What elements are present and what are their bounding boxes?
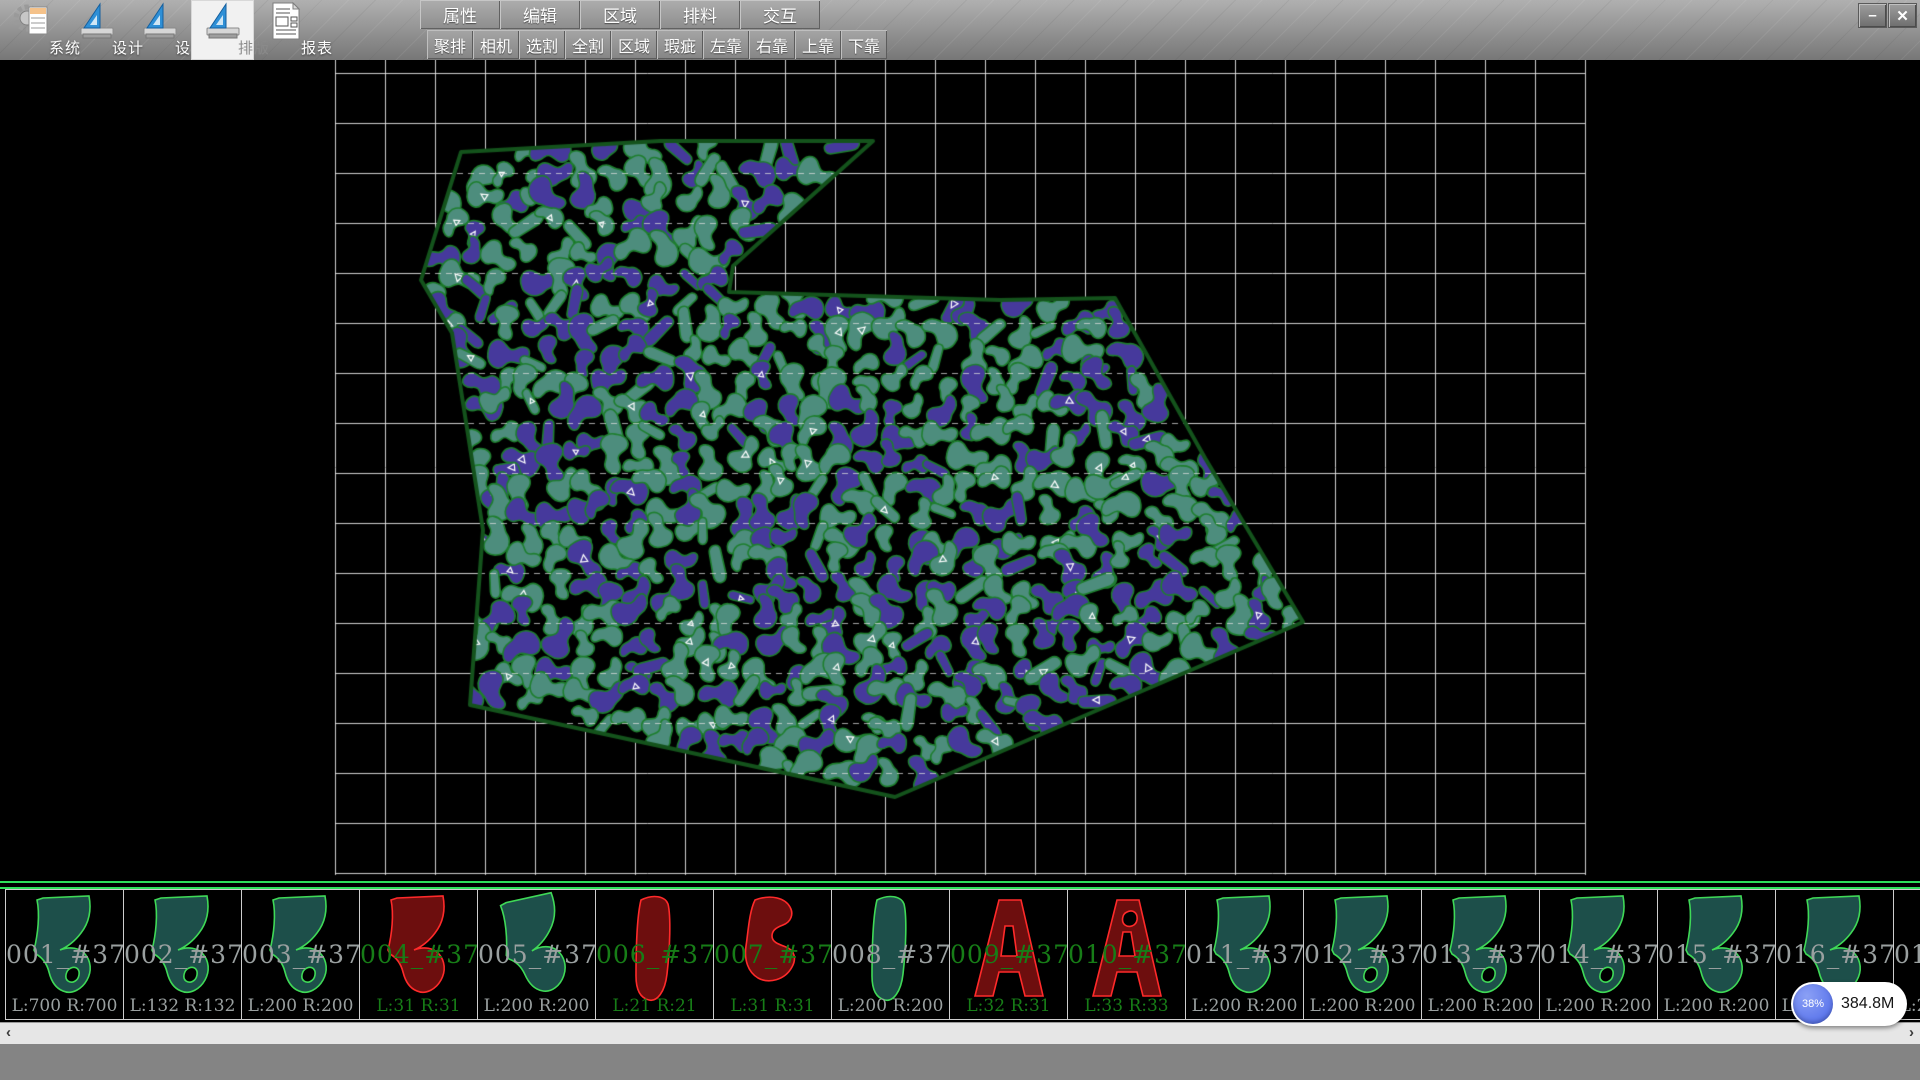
tool-button-7[interactable]: 左靠 bbox=[703, 30, 749, 59]
tool-button-10[interactable]: 下靠 bbox=[841, 30, 887, 59]
part-name-label: 016_#37 bbox=[1776, 940, 1893, 969]
menu-button-2[interactable]: 编辑 bbox=[500, 0, 580, 29]
horizontal-scrollbar[interactable]: ‹ › bbox=[0, 1022, 1920, 1044]
thumbnail-cell-8[interactable]: 008_#37 L:200 R:200 bbox=[831, 889, 950, 1020]
part-name-label: 009_#37 bbox=[950, 940, 1067, 969]
part-name-label: 010_#37 bbox=[1068, 940, 1185, 969]
thumbnail-cell-6[interactable]: 006_#37 L:21 R:21 bbox=[595, 889, 714, 1020]
part-count-label: L:200 R:200 bbox=[832, 996, 949, 1016]
tool-button-2[interactable]: 相机 bbox=[473, 30, 519, 59]
part-count-label: L:33 R:33 bbox=[1068, 996, 1185, 1016]
thumbnail-cell-9[interactable]: 009_#37 L:32 R:31 bbox=[949, 889, 1068, 1020]
thumbnail-cell-1[interactable]: 001_#37 L:700 R:700 bbox=[5, 889, 124, 1020]
part-name-label: 017_#37 bbox=[1894, 940, 1920, 969]
launcher-5[interactable]: 报表 bbox=[254, 0, 317, 60]
part-name-label: 005_#37 bbox=[478, 940, 595, 969]
window-bottom-frame bbox=[0, 1044, 1920, 1080]
part-name-label: 011_#37 bbox=[1186, 940, 1303, 969]
set-square-icon bbox=[139, 1, 181, 41]
title-bar: 系统设计设置排版报表 属性编辑区域排料交互 聚排相机选割全割区域瑕疵左靠右靠上靠… bbox=[0, 0, 1920, 60]
memory-usage-label: 384.8M bbox=[1841, 995, 1894, 1013]
tool-button-9[interactable]: 上靠 bbox=[795, 30, 841, 59]
thumbnail-cell-2[interactable]: 002_#37 L:132 R:132 bbox=[123, 889, 242, 1020]
tool-bar: 聚排相机选割全割区域瑕疵左靠右靠上靠下靠 bbox=[427, 30, 887, 59]
part-count-label: L:32 R:31 bbox=[950, 996, 1067, 1016]
progress-circle: 38% bbox=[1793, 984, 1833, 1024]
part-count-label: L:200 R:200 bbox=[1658, 996, 1775, 1016]
menu-button-1[interactable]: 属性 bbox=[420, 0, 500, 29]
thumbnail-cell-7[interactable]: 007_#37 L:31 R:31 bbox=[713, 889, 832, 1020]
thumbnail-cell-12[interactable]: 012_#37 L:200 R:200 bbox=[1303, 889, 1422, 1020]
thumbnail-cell-13[interactable]: 013_#37 L:200 R:200 bbox=[1421, 889, 1540, 1020]
launcher-tabs: 系统设计设置排版报表 bbox=[2, 0, 317, 60]
menu-bar: 属性编辑区域排料交互 bbox=[420, 0, 820, 29]
thumbnail-cell-11[interactable]: 011_#37 L:200 R:200 bbox=[1185, 889, 1304, 1020]
tool-button-1[interactable]: 聚排 bbox=[427, 30, 473, 59]
part-count-label: L:200 R:200 bbox=[478, 996, 595, 1016]
tool-button-6[interactable]: 瑕疵 bbox=[657, 30, 703, 59]
launcher-4[interactable]: 排版 bbox=[191, 0, 254, 60]
part-count-label: L:200 R:200 bbox=[242, 996, 359, 1016]
window-controls: – ✕ bbox=[1859, 4, 1916, 27]
part-name-label: 013_#37 bbox=[1422, 940, 1539, 969]
part-name-label: 012_#37 bbox=[1304, 940, 1421, 969]
scroll-right-icon[interactable]: › bbox=[1909, 1024, 1914, 1041]
thumbnail-cell-4[interactable]: 004_#37 L:31 R:31 bbox=[359, 889, 478, 1020]
part-name-label: 006_#37 bbox=[596, 940, 713, 969]
thumbnail-cell-10[interactable]: 010_#37 L:33 R:33 bbox=[1067, 889, 1186, 1020]
part-count-label: L:200 R:200 bbox=[1304, 996, 1421, 1016]
part-name-label: 015_#37 bbox=[1658, 940, 1775, 969]
scroll-left-icon[interactable]: ‹ bbox=[6, 1024, 11, 1041]
status-badge: 38% 384.8M bbox=[1791, 982, 1907, 1026]
thumbnail-cell-14[interactable]: 014_#37 L:200 R:200 bbox=[1539, 889, 1658, 1020]
launcher-3[interactable]: 设置 bbox=[128, 0, 191, 60]
minimize-button[interactable]: – bbox=[1859, 4, 1886, 27]
part-count-label: L:21 R:21 bbox=[596, 996, 713, 1016]
menu-button-3[interactable]: 区域 bbox=[580, 0, 660, 29]
part-name-label: 014_#37 bbox=[1540, 940, 1657, 969]
gear-doc-icon bbox=[13, 1, 55, 41]
part-name-label: 004_#37 bbox=[360, 940, 477, 969]
tool-button-3[interactable]: 选割 bbox=[519, 30, 565, 59]
part-count-label: L:31 R:31 bbox=[714, 996, 831, 1016]
set-square-icon bbox=[202, 1, 244, 41]
set-square-icon bbox=[76, 1, 118, 41]
close-button[interactable]: ✕ bbox=[1889, 4, 1916, 27]
thumbnail-cell-15[interactable]: 015_#37 L:200 R:200 bbox=[1657, 889, 1776, 1020]
tool-button-5[interactable]: 区域 bbox=[611, 30, 657, 59]
part-count-label: L:132 R:132 bbox=[124, 996, 241, 1016]
menu-button-5[interactable]: 交互 bbox=[740, 0, 820, 29]
part-name-label: 002_#37 bbox=[124, 940, 241, 969]
launcher-label: 报表 bbox=[286, 37, 349, 58]
launcher-1[interactable]: 系统 bbox=[2, 0, 65, 60]
nesting-canvas[interactable] bbox=[0, 60, 1920, 881]
thumbnail-cell-5[interactable]: 005_#37 L:200 R:200 bbox=[477, 889, 596, 1020]
part-name-label: 003_#37 bbox=[242, 940, 359, 969]
part-name-label: 007_#37 bbox=[714, 940, 831, 969]
report-doc-icon bbox=[265, 1, 307, 41]
part-name-label: 001_#37 bbox=[6, 940, 123, 969]
part-name-label: 008_#37 bbox=[832, 940, 949, 969]
part-count-label: L:31 R:31 bbox=[360, 996, 477, 1016]
tool-button-4[interactable]: 全割 bbox=[565, 30, 611, 59]
part-count-label: L:200 R:200 bbox=[1540, 996, 1657, 1016]
thumbnail-cell-3[interactable]: 003_#37 L:200 R:200 bbox=[241, 889, 360, 1020]
tool-button-8[interactable]: 右靠 bbox=[749, 30, 795, 59]
launcher-2[interactable]: 设计 bbox=[65, 0, 128, 60]
menu-button-4[interactable]: 排料 bbox=[660, 0, 740, 29]
part-count-label: L:700 R:700 bbox=[6, 996, 123, 1016]
part-count-label: L:200 R:200 bbox=[1186, 996, 1303, 1016]
thumbnail-strip-separator bbox=[0, 881, 1920, 889]
part-thumbnail-strip: 001_#37L:700 R:700002_#37L:132 R:132003_… bbox=[0, 889, 1920, 1021]
part-count-label: L:200 R:200 bbox=[1422, 996, 1539, 1016]
